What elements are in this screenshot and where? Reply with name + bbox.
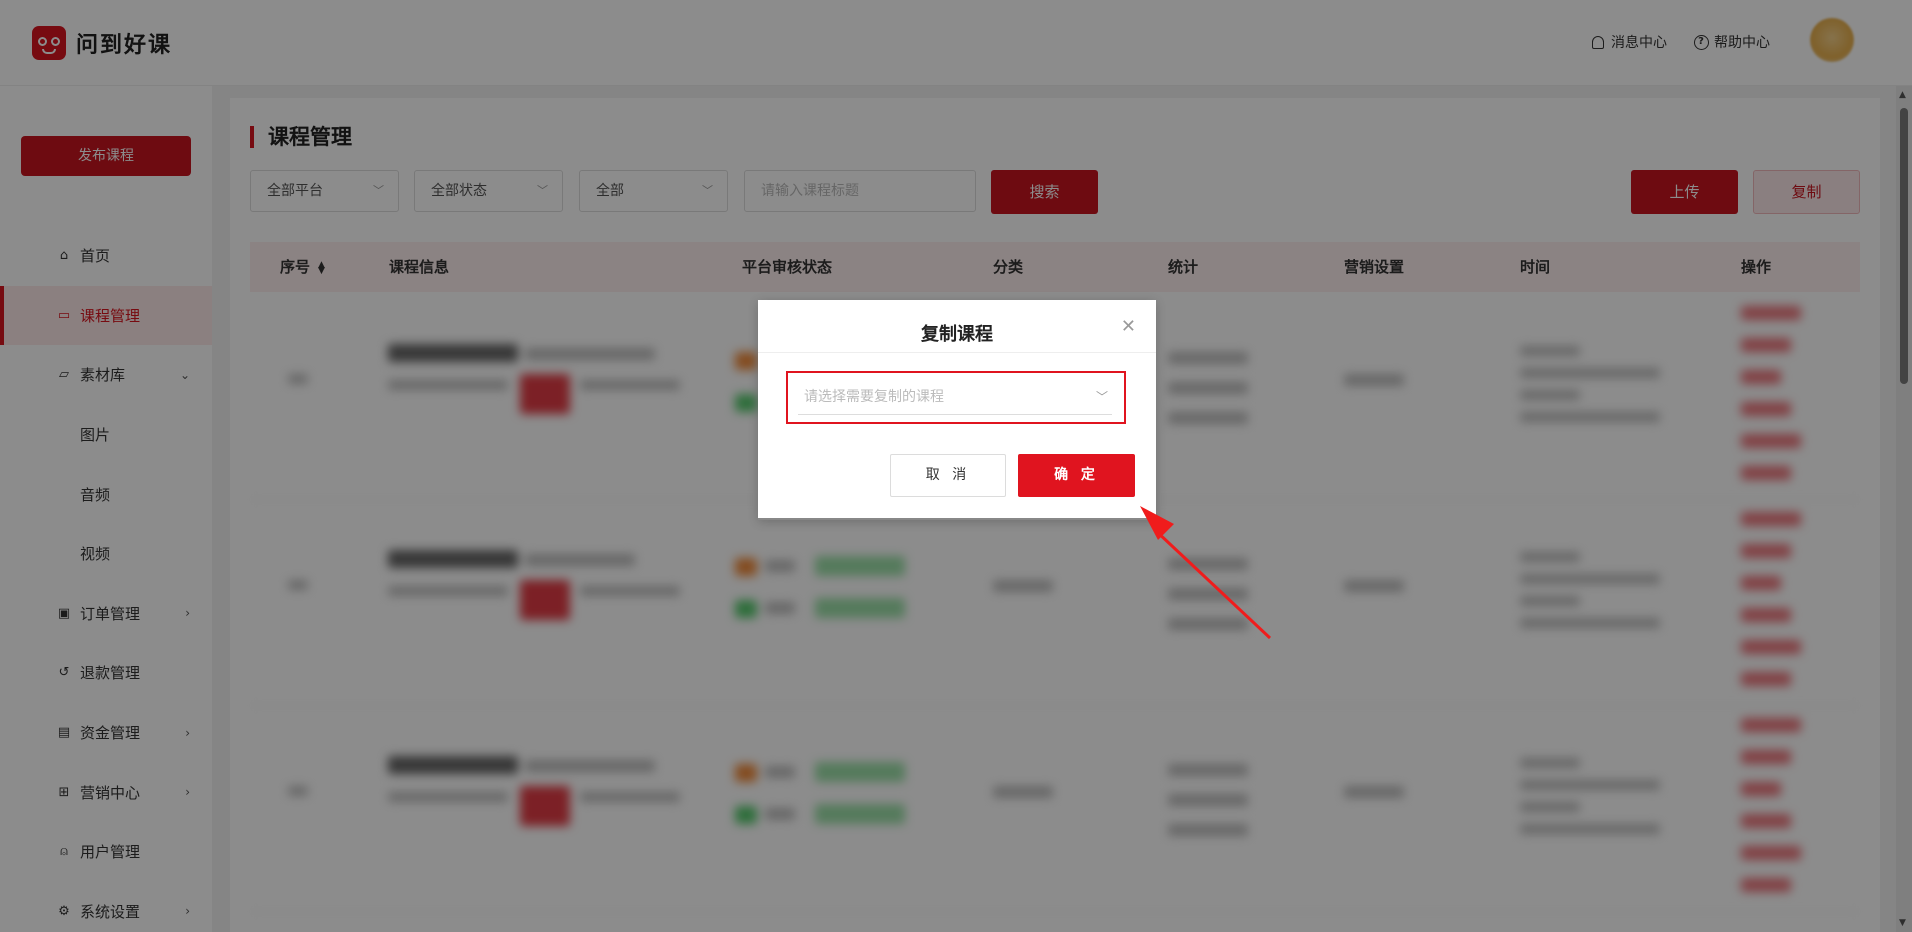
chevron-down-icon: ﹀ <box>1095 390 1108 404</box>
cancel-button[interactable]: 取 消 <box>890 454 1006 497</box>
close-icon[interactable]: ✕ <box>1121 316 1136 337</box>
copy-course-dialog: 复制课程 ✕ 请选择需要复制的课程 ﹀ 取 消 确 定 <box>758 300 1156 520</box>
dialog-divider <box>758 352 1156 353</box>
confirm-button[interactable]: 确 定 <box>1018 454 1135 497</box>
dialog-title: 复制课程 <box>921 324 993 345</box>
select-highlight-box: 请选择需要复制的课程 ﹀ <box>786 371 1126 424</box>
course-select[interactable]: 请选择需要复制的课程 ﹀ <box>798 382 1112 415</box>
course-select-placeholder: 请选择需要复制的课程 <box>804 389 944 405</box>
